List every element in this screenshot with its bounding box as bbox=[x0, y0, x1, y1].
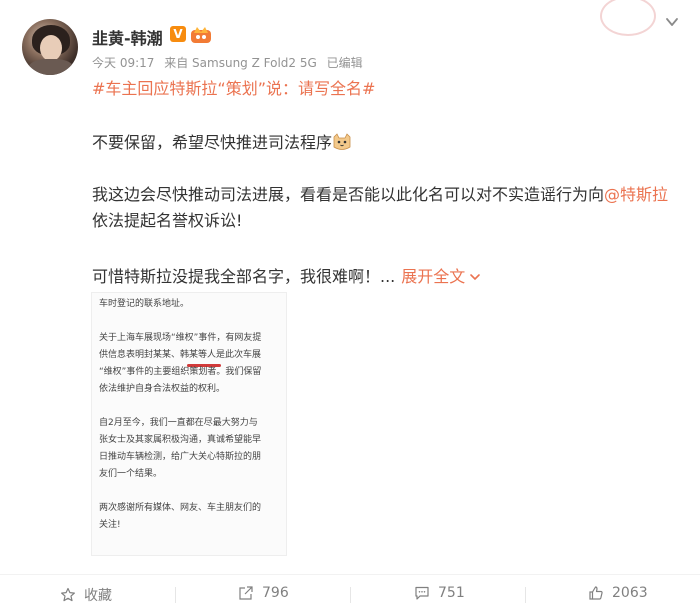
repost-button[interactable]: 796 bbox=[238, 585, 289, 601]
post-paragraph-2: 我这边会尽快推动司法进展，看看是否能以此化名可以对不实造谣行为向@特斯拉 依法提… bbox=[92, 182, 678, 234]
post-source: 来自 Samsung Z Fold2 5G bbox=[164, 56, 317, 70]
post-image-document[interactable]: 车时登记的联系地址。 关于上海车展现场“维权”事件，有网友提 供信息表明封某某、… bbox=[91, 292, 287, 556]
cat-emoji-icon bbox=[333, 133, 351, 150]
doc-line: 关于上海车展现场“维权”事件，有网友提 bbox=[99, 333, 262, 343]
repost-count: 796 bbox=[262, 585, 289, 601]
post-paragraph-1: 不要保留，希望尽快推进司法程序 bbox=[92, 130, 678, 156]
like-button[interactable]: 2063 bbox=[588, 585, 648, 601]
weibo-post-card: 韭黄-韩潮 V 今天 09:17 来自 Samsung Z Fold2 5G 已… bbox=[0, 0, 700, 613]
comment-count: 751 bbox=[438, 585, 465, 601]
divider bbox=[350, 587, 351, 603]
comment-icon bbox=[415, 586, 429, 600]
expand-label: 展开全文 bbox=[401, 267, 466, 286]
edited-label[interactable]: 已编辑 bbox=[327, 56, 363, 70]
doc-line: 供信息表明封某某、韩某等人是此次车展 bbox=[99, 350, 262, 360]
paragraph-3-text: 可惜特斯拉没提我全部名字，我很难啊！... bbox=[92, 267, 396, 286]
thumbs-up-icon bbox=[589, 586, 603, 600]
action-bar: 收藏 796 751 2063 bbox=[0, 574, 700, 613]
favorite-button[interactable]: 收藏 bbox=[60, 585, 112, 605]
share-icon bbox=[239, 586, 253, 600]
doc-line: “维权”事件的主要组织策划者。我们保留 bbox=[99, 367, 262, 377]
avatar-shirt bbox=[28, 59, 74, 75]
mention-tesla-link[interactable]: @特斯拉 bbox=[604, 185, 668, 204]
star-icon bbox=[61, 587, 75, 602]
doc-line: 依法维护自身合法权益的权利。 bbox=[99, 384, 226, 394]
doc-line: 两次感谢所有媒体、网友、车主朋友们的 bbox=[99, 503, 262, 513]
vip-crown-icon bbox=[191, 27, 211, 43]
doc-line: 自2月至今，我们一直都在尽最大努力与 bbox=[99, 418, 258, 428]
comment-button[interactable]: 751 bbox=[414, 585, 465, 601]
paragraph-2-text: 我这边会尽快推动司法进展，看看是否能以此化名可以对不实造谣行为向 bbox=[92, 185, 605, 204]
expand-full-text-link[interactable]: 展开全文 bbox=[401, 267, 481, 286]
doc-line: 关注! bbox=[99, 520, 121, 530]
chevron-down-icon bbox=[470, 274, 481, 281]
paragraph-1-text: 不要保留，希望尽快推进司法程序 bbox=[92, 133, 333, 152]
doc-line: 车时登记的联系地址。 bbox=[99, 299, 190, 309]
avatar[interactable] bbox=[22, 19, 78, 75]
watermark-stamp bbox=[600, 0, 656, 36]
chevron-down-icon[interactable] bbox=[664, 14, 680, 30]
doc-line: 张女士及其家属积极沟通，真诚希望能早 bbox=[99, 435, 262, 445]
topic-hashtag[interactable]: #车主回应特斯拉“策划”说：请写全名# bbox=[92, 76, 678, 102]
post-paragraph-3: 可惜特斯拉没提我全部名字，我很难啊！... 展开全文 bbox=[92, 264, 678, 290]
avatar-face bbox=[40, 35, 62, 61]
verified-badge-icon: V bbox=[170, 26, 186, 42]
favorite-label: 收藏 bbox=[84, 588, 112, 604]
divider bbox=[525, 587, 526, 603]
paragraph-2-suffix: 依法提起名誉权诉讼! bbox=[92, 211, 243, 230]
post-meta: 今天 09:17 来自 Samsung Z Fold2 5G 已编辑 bbox=[92, 54, 369, 71]
username[interactable]: 韭黄-韩潮 bbox=[92, 25, 163, 49]
doc-line: 友们一个结果。 bbox=[99, 469, 163, 479]
post-time[interactable]: 今天 09:17 bbox=[92, 56, 154, 70]
like-count: 2063 bbox=[612, 585, 648, 601]
divider bbox=[175, 587, 176, 603]
doc-line: 日推动车辆检测，给广大关心特斯拉的朋 bbox=[99, 452, 262, 462]
